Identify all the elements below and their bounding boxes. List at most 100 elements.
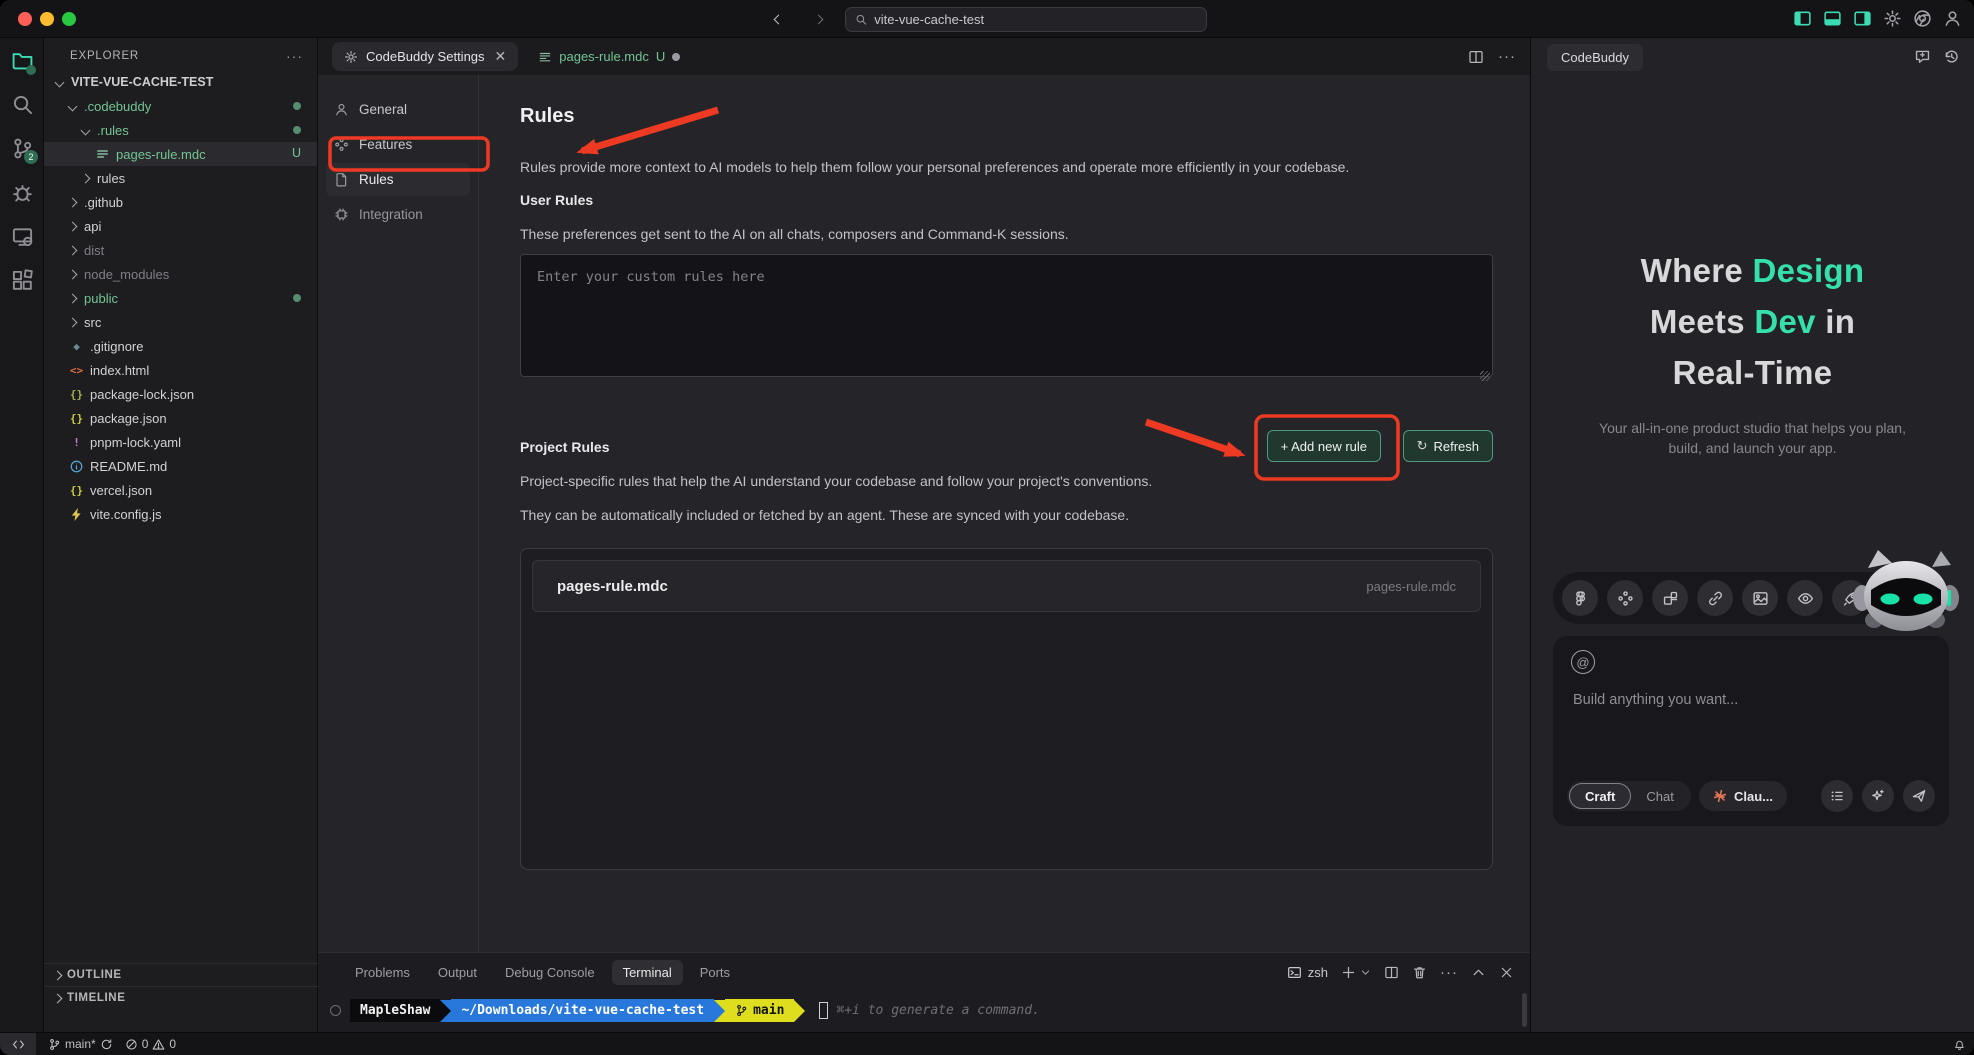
panel-bottom-icon[interactable]: [1823, 9, 1842, 28]
terminal-more-icon[interactable]: ···: [1440, 964, 1458, 981]
rule-list-item[interactable]: pages-rule.mdc pages-rule.mdc: [532, 560, 1481, 612]
new-chat-icon[interactable]: [1914, 48, 1931, 65]
trash-icon[interactable]: [1412, 965, 1427, 980]
settings-nav-features[interactable]: Features: [326, 128, 470, 161]
mode-craft[interactable]: Craft: [1569, 783, 1631, 809]
add-new-rule-button[interactable]: + Add new rule: [1267, 430, 1381, 462]
link-button[interactable]: [1697, 580, 1733, 616]
tree-item-.rules[interactable]: .rules: [44, 118, 317, 142]
textarea-resize-grip[interactable]: [1480, 371, 1490, 381]
tree-root[interactable]: VITE-VUE-CACHE-TEST: [44, 70, 317, 94]
terminal-tab-output[interactable]: Output: [427, 960, 488, 985]
model-selector[interactable]: Clau...: [1699, 781, 1787, 811]
refresh-button[interactable]: ↻Refresh: [1403, 430, 1493, 462]
terminal-tab-problems[interactable]: Problems: [344, 960, 421, 985]
tree-item-label: src: [84, 315, 101, 330]
bell-icon[interactable]: [1953, 1038, 1966, 1051]
custom-rules-textarea[interactable]: [520, 254, 1493, 377]
close-window-button[interactable]: [18, 12, 32, 26]
shell-selector[interactable]: zsh: [1287, 965, 1328, 980]
close-tab-icon[interactable]: ✕: [495, 48, 507, 65]
settings-content: Rules Rules provide more context to AI m…: [479, 75, 1530, 952]
chevron-right-icon: [81, 173, 91, 183]
tree-item-vite.config.js[interactable]: vite.config.js: [44, 502, 317, 526]
tree-item-api[interactable]: api: [44, 214, 317, 238]
enhance-button[interactable]: [1862, 780, 1894, 812]
remote-indicator[interactable]: [0, 1033, 36, 1055]
activity-item-explorer[interactable]: [0, 38, 44, 82]
chat-input-card[interactable]: @ Build anything you want... CraftChat C…: [1553, 636, 1949, 826]
tree-item-vercel.json[interactable]: {}vercel.json: [44, 478, 317, 502]
settings-nav-integration[interactable]: Integration: [326, 198, 470, 231]
tree-item-.gitignore[interactable]: ◆.gitignore: [44, 334, 317, 358]
blocks-button[interactable]: [1652, 580, 1688, 616]
terminal-tab-ports[interactable]: Ports: [689, 960, 741, 985]
tab-pages-rule[interactable]: pages-rule.mdc U: [526, 42, 692, 71]
chevron-down-icon: [81, 125, 91, 135]
gear-icon[interactable]: [1883, 9, 1902, 28]
editor-more-icon[interactable]: ···: [1498, 48, 1516, 65]
tree-item-pages-rule.mdc[interactable]: pages-rule.mdcU: [44, 142, 317, 166]
figma-button[interactable]: [1562, 580, 1598, 616]
tab-codebuddy-settings[interactable]: CodeBuddy Settings ✕: [332, 42, 518, 71]
explorer-more-icon[interactable]: ···: [286, 48, 303, 64]
new-terminal-button[interactable]: [1341, 965, 1371, 980]
account-icon[interactable]: [1943, 9, 1962, 28]
maximize-window-button[interactable]: [62, 12, 76, 26]
history-back-icon[interactable]: [768, 9, 788, 29]
terminal-scrollbar[interactable]: [1522, 993, 1527, 1027]
terminal-tab-terminal[interactable]: Terminal: [612, 960, 683, 985]
minimize-window-button[interactable]: [40, 12, 54, 26]
history-icon[interactable]: [1943, 48, 1960, 65]
close-panel-icon[interactable]: [1499, 965, 1514, 980]
features-button[interactable]: [1607, 580, 1643, 616]
tree-item-dist[interactable]: dist: [44, 238, 317, 262]
tree-item-src[interactable]: src: [44, 310, 317, 334]
terminal-prompt[interactable]: MapleShaw ~/Downloads/vite-vue-cache-tes…: [328, 999, 1040, 1022]
panel-right-icon[interactable]: [1853, 9, 1872, 28]
panel-left-icon[interactable]: [1793, 9, 1812, 28]
eye-button[interactable]: [1787, 580, 1823, 616]
chevron-right-icon: [68, 293, 78, 303]
image-button[interactable]: [1742, 580, 1778, 616]
search-input[interactable]: [874, 12, 1197, 27]
section-timeline[interactable]: TIMELINE: [44, 986, 318, 1009]
sync-icon: [100, 1038, 113, 1051]
browser-icon[interactable]: [1913, 9, 1932, 28]
branch-status[interactable]: main*: [48, 1037, 113, 1051]
activity-item-source-control[interactable]: 2: [0, 126, 44, 170]
prompt-branch: main: [725, 999, 794, 1022]
tree-item-rules[interactable]: rules: [44, 166, 317, 190]
activity-item-remote-explorer[interactable]: [0, 214, 44, 258]
history-forward-icon[interactable]: [808, 9, 828, 29]
git-modified-dot: [293, 102, 301, 110]
tree-item-.github[interactable]: .github: [44, 190, 317, 214]
terminal-tab-debug-console[interactable]: Debug Console: [494, 960, 606, 985]
section-outline[interactable]: OUTLINE: [44, 963, 318, 986]
tree-item-.codebuddy[interactable]: .codebuddy: [44, 94, 317, 118]
settings-nav-rules[interactable]: Rules: [326, 163, 470, 196]
send-button[interactable]: [1903, 780, 1935, 812]
tree-item-index.html[interactable]: <>index.html: [44, 358, 317, 382]
command-search-box[interactable]: [845, 7, 1207, 32]
split-terminal-icon[interactable]: [1384, 965, 1399, 980]
hero-line: Where Design: [1531, 245, 1974, 296]
tree-item-package.json[interactable]: {}package.json: [44, 406, 317, 430]
problems-status[interactable]: 0 0: [125, 1037, 176, 1051]
mode-chat[interactable]: Chat: [1631, 783, 1688, 809]
tree-item-node_modules[interactable]: node_modules: [44, 262, 317, 286]
activity-item-search[interactable]: [0, 82, 44, 126]
chevron-up-icon[interactable]: [1471, 965, 1486, 980]
split-editor-icon[interactable]: [1468, 49, 1484, 65]
tree-item-public[interactable]: public: [44, 286, 317, 310]
activity-item-run-debug[interactable]: [0, 170, 44, 214]
mention-icon[interactable]: @: [1571, 650, 1595, 674]
activity-item-extensions[interactable]: [0, 258, 44, 302]
git-modified-dot: [293, 126, 301, 134]
codebuddy-tab[interactable]: CodeBuddy: [1547, 44, 1643, 71]
tree-item-pnpm-lock.yaml[interactable]: !pnpm-lock.yaml: [44, 430, 317, 454]
tasks-button[interactable]: [1821, 780, 1853, 812]
tree-item-README.md[interactable]: README.md: [44, 454, 317, 478]
settings-nav-general[interactable]: General: [326, 93, 470, 126]
tree-item-package-lock.json[interactable]: {}package-lock.json: [44, 382, 317, 406]
